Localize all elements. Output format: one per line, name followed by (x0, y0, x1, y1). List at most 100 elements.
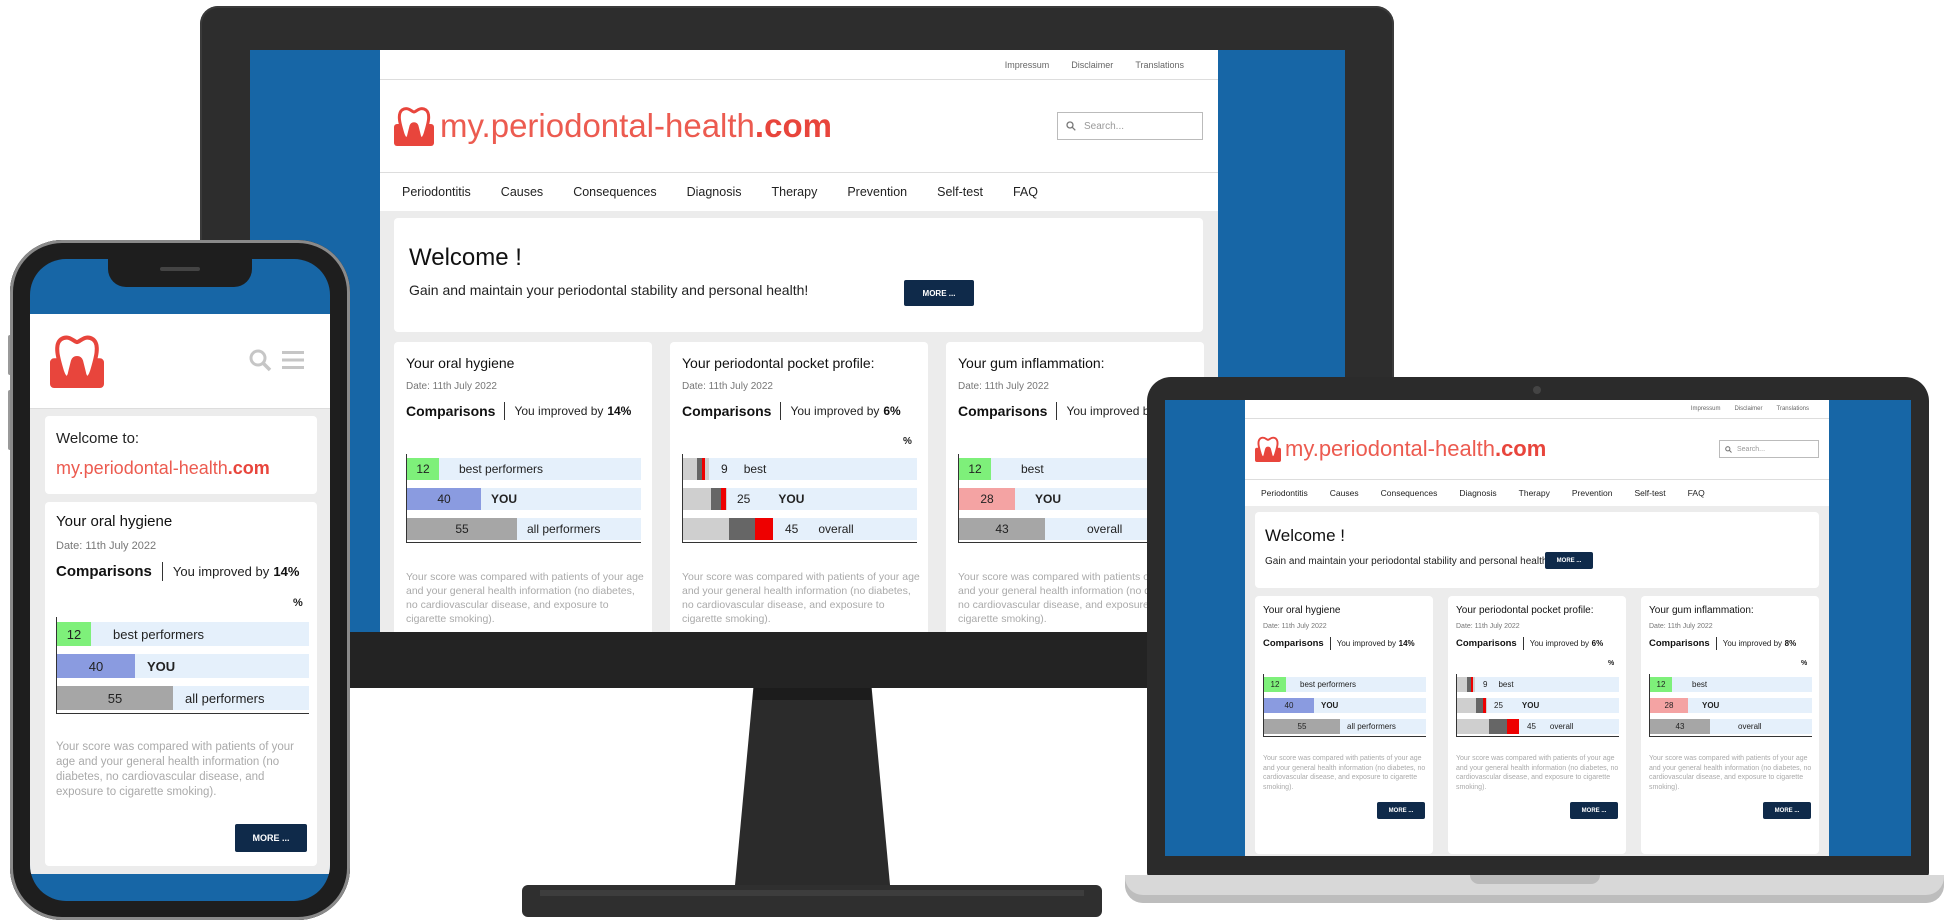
improved-prefix: You improved by (514, 404, 604, 418)
nav-consequences[interactable]: Consequences (1381, 488, 1438, 498)
bar-you (683, 488, 727, 510)
brand-my: my. (56, 458, 84, 478)
comparison-bars: 12 best performers 40 YOU 55 all perform… (406, 454, 641, 543)
laptop-search-input[interactable]: Search... (1719, 440, 1819, 458)
hamburger-menu-icon[interactable] (282, 350, 304, 370)
bar-row-you: 40 YOU (57, 654, 309, 678)
card-title: Your oral hygiene (406, 355, 515, 371)
nav-self-test[interactable]: Self-test (1634, 488, 1665, 498)
bar-overall-label: overall (1549, 722, 1574, 731)
search-icon[interactable] (248, 348, 272, 372)
card-more-button[interactable]: MORE ... (235, 824, 307, 852)
bar-overall: 43 (959, 518, 1045, 540)
bar-row-best: 12 best performers (57, 622, 309, 646)
laptop-card-oral-hygiene: Your oral hygiene Date: 11th July 2022 C… (1255, 596, 1433, 854)
card-date: Date: 11th July 2022 (406, 381, 497, 392)
laptop-logo[interactable]: my.periodontal-health.com (1255, 436, 1546, 462)
bar-row-overall: 45 overall (683, 518, 917, 540)
bar-best-value: 9 (721, 462, 728, 476)
card-date: Date: 11th July 2022 (56, 540, 157, 552)
top-links-bar: Impressum Disclaimer Translations (380, 50, 1218, 80)
bar-you-value: 25 (737, 492, 751, 506)
phone-header (30, 314, 330, 409)
top-link-translations[interactable]: Translations (1135, 60, 1184, 70)
comparisons-line: Comparisons You improved by 6% (682, 402, 901, 420)
comparisons-label: Comparisons (56, 563, 152, 580)
nav-prevention[interactable]: Prevention (847, 185, 907, 199)
comparison-bars: 9 best 25 YOU 45 overall (1456, 674, 1619, 737)
card-note: Your score was compared with patients of… (406, 571, 644, 625)
phone-speaker (160, 267, 200, 271)
bar-you: 40 (57, 654, 135, 678)
bar-overall-label: overall (1087, 522, 1123, 536)
tooth-logo-icon[interactable] (50, 334, 104, 388)
nav-therapy[interactable]: Therapy (1519, 488, 1550, 498)
laptop-card-gum-inflammation: Your gum inflammation: Date: 11th July 2… (1641, 596, 1819, 854)
card-date: Date: 11th July 2022 (958, 381, 1049, 392)
comparison-bars: 12 best 28 YOU 43 overall (1649, 674, 1812, 737)
nav-prevention[interactable]: Prevention (1572, 488, 1613, 498)
desktop-website: Impressum Disclaimer Translations my.per… (380, 50, 1218, 632)
comparisons-label: Comparisons (682, 403, 772, 419)
laptop-camera (1533, 386, 1541, 394)
search-input[interactable]: Search... (1057, 112, 1203, 140)
nav-diagnosis[interactable]: Diagnosis (687, 185, 742, 199)
bar-all-label: all performers (1347, 722, 1396, 731)
bar-row-best: 12 best performers (1264, 677, 1426, 692)
top-link-impressum[interactable]: Impressum (1005, 60, 1050, 70)
bar-row-overall: 45 overall (1457, 719, 1619, 734)
bar-you-label: YOU (778, 492, 805, 506)
nav-therapy[interactable]: Therapy (771, 185, 817, 199)
brand-com: .com (1494, 436, 1547, 461)
percent-sign: % (1801, 660, 1808, 667)
bar-row-best: 12 best performers (407, 458, 641, 480)
search-placeholder: Search... (1737, 445, 1766, 453)
brand-name: periodontal-health (1318, 436, 1495, 461)
nav-causes[interactable]: Causes (501, 185, 543, 199)
card-date: Date: 11th July 2022 (1649, 623, 1713, 630)
phone-notch (108, 259, 252, 287)
phone-card-oral-hygiene: Your oral hygiene Date: 11th July 2022 C… (45, 502, 317, 866)
nav-consequences[interactable]: Consequences (573, 185, 656, 199)
site-logo[interactable]: my.periodontal-health.com (394, 106, 832, 146)
comparisons-label: Comparisons (1456, 638, 1517, 649)
nav-self-test[interactable]: Self-test (937, 185, 983, 199)
bar-row-best: 12 best (1650, 677, 1812, 692)
bar-you (1457, 698, 1487, 713)
bar-row-you: 28 YOU (1650, 698, 1812, 713)
card-more-button[interactable]: MORE ... (1377, 802, 1425, 819)
improved-value: 8% (1784, 639, 1797, 648)
nav-faq[interactable]: FAQ (1688, 488, 1705, 498)
bar-row-overall: 43 overall (1650, 719, 1812, 734)
welcome-more-button[interactable]: MORE ... (1545, 552, 1593, 569)
bar-overall-label: overall (818, 522, 854, 536)
top-link-translations[interactable]: Translations (1777, 406, 1809, 412)
welcome-more-button[interactable]: MORE ... (904, 280, 974, 306)
bar-row-you: 40 YOU (407, 488, 641, 510)
phone-screen: Welcome to: my.periodontal-health.com Yo… (30, 259, 330, 901)
improved-prefix: You improved by (1722, 639, 1783, 648)
bar-row-you: 25 YOU (1457, 698, 1619, 713)
top-link-disclaimer[interactable]: Disclaimer (1071, 60, 1113, 70)
nav-faq[interactable]: FAQ (1013, 185, 1038, 199)
search-icon (1066, 121, 1076, 131)
bar-all-label: all performers (185, 690, 265, 706)
nav-causes[interactable]: Causes (1330, 488, 1359, 498)
nav-diagnosis[interactable]: Diagnosis (1459, 488, 1496, 498)
top-link-disclaimer[interactable]: Disclaimer (1735, 406, 1763, 412)
bar-best-label: best performers (113, 626, 205, 642)
bar-overall-label: overall (1738, 722, 1762, 731)
bar-row-best: 9 best (1457, 677, 1619, 692)
bar-overall: 43 (1650, 719, 1710, 734)
card-more-button[interactable]: MORE ... (1763, 802, 1811, 819)
top-link-impressum[interactable]: Impressum (1691, 406, 1721, 412)
card-date: Date: 11th July 2022 (1456, 623, 1520, 630)
bar-you-value: 25 (1494, 701, 1503, 710)
bar-you: 28 (1650, 698, 1688, 713)
laptop-header: my.periodontal-health.com Search... (1245, 419, 1829, 480)
nav-periodontitis[interactable]: Periodontitis (402, 185, 471, 199)
nav-periodontitis[interactable]: Periodontitis (1261, 488, 1308, 498)
phone-website: Welcome to: my.periodontal-health.com Yo… (30, 314, 330, 874)
card-note: Your score was compared with patients of… (1649, 755, 1812, 791)
card-more-button[interactable]: MORE ... (1570, 802, 1618, 819)
